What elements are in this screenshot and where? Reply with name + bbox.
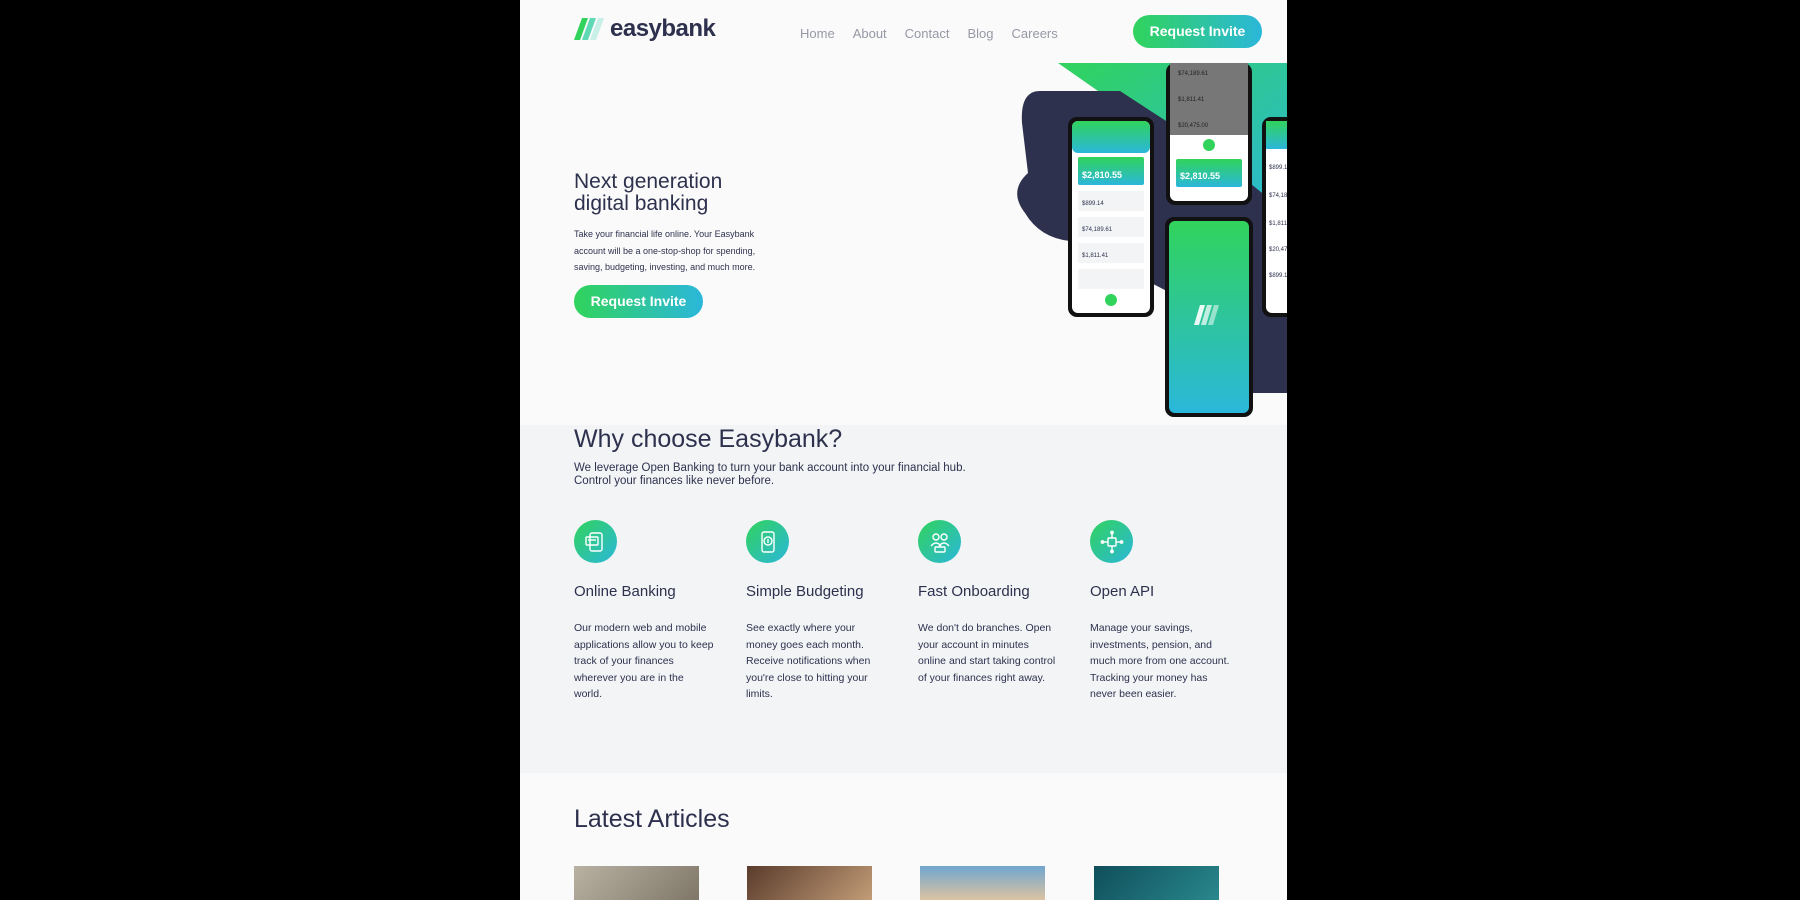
hero-title: Next generation digital banking bbox=[574, 170, 723, 215]
hero-text: Take your financial life online. Your Ea… bbox=[574, 229, 756, 272]
phone-mockup-left: $2,810.55 $899.14 $74,189.61 $1,811.41 bbox=[1068, 117, 1154, 317]
feature-desc: Our modern web and mobile applications a… bbox=[574, 622, 714, 700]
feature-title: Online Banking bbox=[574, 583, 676, 600]
onboarding-icon bbox=[918, 520, 961, 563]
nav-about[interactable]: About bbox=[853, 26, 887, 41]
balance-text: $2,810.55 bbox=[1180, 171, 1220, 181]
feature-title: Open API bbox=[1090, 583, 1155, 600]
amount-text: $1,811.41 bbox=[1178, 97, 1205, 103]
hero-request-invite-button[interactable]: Request Invite bbox=[574, 285, 703, 318]
article-thumbnail[interactable] bbox=[920, 866, 1045, 900]
header-request-invite-button[interactable]: Request Invite bbox=[1133, 15, 1262, 48]
why-text: We leverage Open Banking to turn your ba… bbox=[574, 462, 966, 487]
feature-desc: We don't do branches. Open your account … bbox=[918, 622, 1056, 684]
feature-fast-onboarding: Fast Onboarding We don't do branches. Op… bbox=[918, 520, 1058, 686]
feature-open-api: Open API Manage your savings, investment… bbox=[1090, 520, 1230, 703]
nav-careers[interactable]: Careers bbox=[1012, 26, 1058, 41]
api-icon bbox=[1090, 520, 1133, 563]
amount-text: $74,189.61 bbox=[1178, 71, 1209, 77]
online-banking-icon bbox=[574, 520, 617, 563]
article-thumbnail[interactable] bbox=[574, 866, 699, 900]
amount-text: $899.14 bbox=[1082, 201, 1104, 207]
articles-title: Latest Articles bbox=[574, 805, 730, 833]
main-nav: Home About Contact Blog Careers bbox=[800, 26, 1058, 41]
balance-text: $2,810.55 bbox=[1082, 170, 1122, 180]
phone-mockup-right: $899.14 $74,189.61 $1,811.41 $20,475.00 … bbox=[1262, 117, 1287, 317]
logo-icon bbox=[574, 18, 604, 40]
article-thumbnail[interactable] bbox=[1094, 866, 1219, 900]
phone-mockup-top: $74,189.61 $1,811.41 $20,475.00 $2,810.5… bbox=[1166, 63, 1252, 205]
nav-blog[interactable]: Blog bbox=[967, 26, 993, 41]
phone-mockup-splash bbox=[1165, 217, 1253, 417]
nav-contact[interactable]: Contact bbox=[905, 26, 950, 41]
why-title: Why choose Easybank? bbox=[574, 425, 843, 453]
why-section: Why choose Easybank? We leverage Open Ba… bbox=[520, 425, 1287, 773]
amount-text: $899.14 bbox=[1269, 165, 1287, 171]
article-thumbnail[interactable] bbox=[747, 866, 872, 900]
feature-title: Fast Onboarding bbox=[918, 583, 1030, 600]
feature-desc: See exactly where your money goes each m… bbox=[746, 622, 871, 700]
amount-text: $20,475.00 bbox=[1269, 247, 1287, 253]
feature-desc: Manage your savings, investments, pensio… bbox=[1090, 622, 1230, 700]
amount-text: $1,811.41 bbox=[1269, 221, 1287, 227]
feature-title: Simple Budgeting bbox=[746, 583, 864, 600]
brand-logo[interactable]: easybank bbox=[574, 15, 716, 42]
hero-phone-mockups: $2,810.55 $899.14 $74,189.61 $1,811.41 $… bbox=[1017, 63, 1287, 417]
feature-simple-budgeting: Simple Budgeting See exactly where your … bbox=[746, 520, 886, 703]
page: easybank Home About Contact Blog Careers… bbox=[520, 0, 1287, 900]
amount-text: $1,811.41 bbox=[1082, 253, 1109, 259]
amount-text: $20,475.00 bbox=[1178, 123, 1209, 129]
feature-online-banking: Online Banking Our modern web and mobile… bbox=[574, 520, 714, 703]
amount-text: $899.14 bbox=[1269, 273, 1287, 279]
nav-home[interactable]: Home bbox=[800, 26, 835, 41]
brand-name: easybank bbox=[610, 15, 716, 42]
budgeting-icon bbox=[746, 520, 789, 563]
amount-text: $74,189.61 bbox=[1269, 193, 1287, 199]
amount-text: $74,189.61 bbox=[1082, 227, 1113, 233]
